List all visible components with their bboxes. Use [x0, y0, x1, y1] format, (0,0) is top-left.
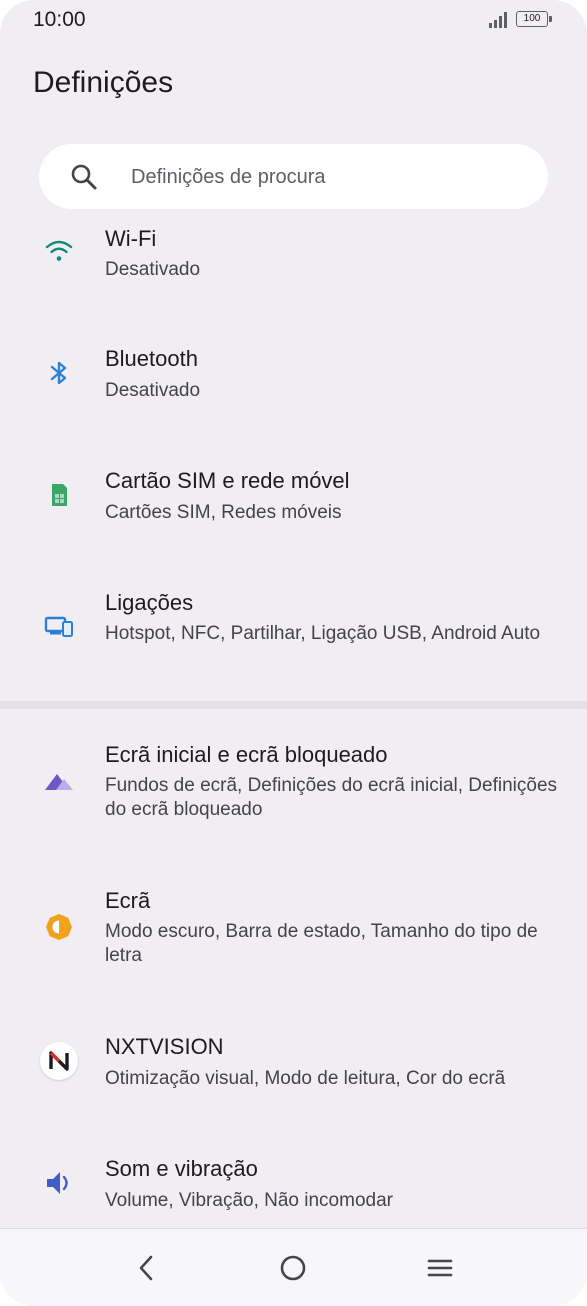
item-subtitle: Hotspot, NFC, Partilhar, Ligação USB, An… [105, 623, 541, 644]
devices-icon [44, 616, 73, 637]
brightness-icon [46, 914, 72, 940]
settings-item-wifi[interactable]: Wi-Fi Desativado [0, 220, 587, 300]
item-title: Bluetooth [105, 346, 198, 371]
item-title: Ligações [105, 590, 194, 615]
menu-icon[interactable] [423, 1251, 457, 1285]
speaker-icon [47, 1172, 68, 1194]
back-icon[interactable] [130, 1251, 164, 1285]
settings-item-display[interactable]: Ecrã Modo escuro, Barra de estado, Taman… [0, 884, 587, 974]
item-subtitle: Fundos de ecrã, Definições do ecrã inici… [105, 775, 558, 820]
item-title: Ecrã [105, 888, 151, 913]
settings-item-sim[interactable]: Cartão SIM e rede móvel Cartões SIM, Red… [0, 464, 587, 544]
signal-icon [489, 12, 509, 28]
navigation-bar [0, 1228, 587, 1306]
wallpaper-icon [45, 774, 73, 790]
item-subtitle: Otimização visual, Modo de leitura, Cor … [105, 1068, 506, 1089]
sim-card-icon [52, 484, 67, 506]
item-subtitle: Desativado [105, 380, 201, 401]
battery-icon: 100 [516, 11, 552, 27]
settings-item-home-lock-screen[interactable]: Ecrã inicial e ecrã bloqueado Fundos de … [0, 738, 587, 828]
item-subtitle: Modo escuro, Barra de estado, Tamanho do… [105, 921, 538, 966]
item-subtitle: Desativado [105, 259, 201, 280]
wifi-icon [45, 240, 73, 261]
settings-item-connections[interactable]: Ligações Hotspot, NFC, Partilhar, Ligaçã… [0, 586, 587, 676]
settings-item-bluetooth[interactable]: Bluetooth Desativado [0, 342, 587, 422]
item-title: NXTVISION [105, 1034, 224, 1059]
search-icon [71, 164, 97, 190]
item-title: Cartão SIM e rede móvel [105, 468, 350, 493]
home-icon[interactable] [276, 1251, 310, 1285]
status-time: 10:00 [33, 8, 86, 31]
bluetooth-icon [50, 361, 67, 385]
item-title: Wi-Fi [105, 226, 157, 251]
section-divider [0, 701, 587, 709]
settings-item-sound[interactable]: Som e vibração Volume, Vibração, Não inc… [0, 1152, 587, 1228]
item-title: Som e vibração [105, 1156, 258, 1181]
item-subtitle: Cartões SIM, Redes móveis [105, 502, 342, 523]
item-title: Ecrã inicial e ecrã bloqueado [105, 742, 388, 767]
settings-screen: 10:00 100 Definições Definições de procu… [0, 0, 587, 1306]
nxtvision-icon [40, 1042, 78, 1080]
search-bar[interactable]: Definições de procura [39, 144, 548, 209]
item-subtitle: Volume, Vibração, Não incomodar [105, 1190, 393, 1211]
settings-item-nxtvision[interactable]: NXTVISION Otimização visual, Modo de lei… [0, 1030, 587, 1110]
search-input[interactable]: Definições de procura [131, 166, 326, 189]
camera-notch [252, 0, 336, 20]
page-title: Definições [33, 66, 174, 99]
